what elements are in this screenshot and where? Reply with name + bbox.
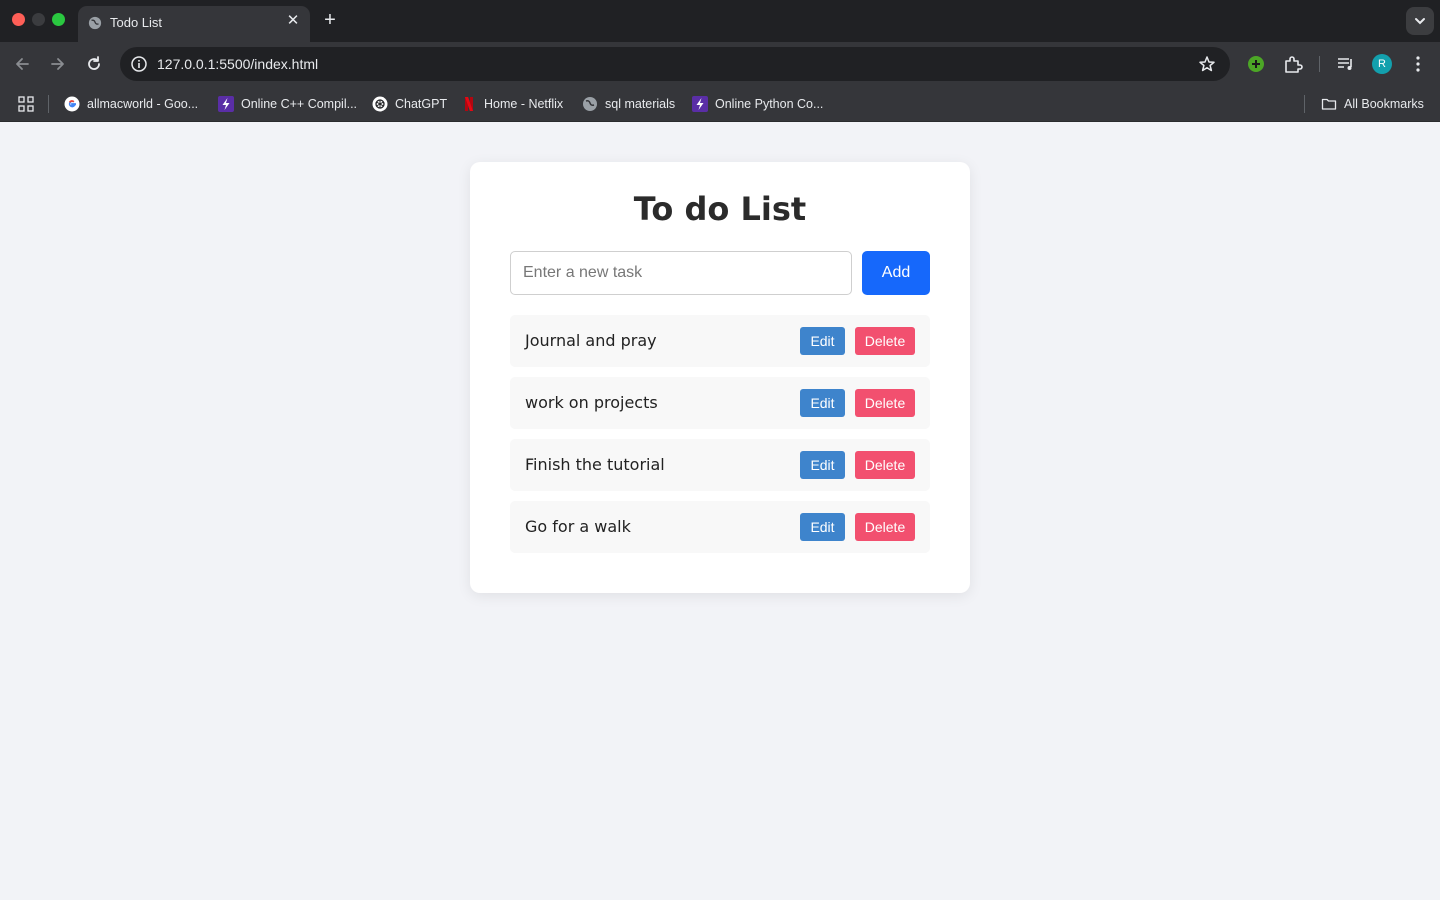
- all-bookmarks-label: All Bookmarks: [1344, 97, 1424, 111]
- delete-task-button[interactable]: Delete: [855, 451, 915, 479]
- tab-search-button[interactable]: [1406, 7, 1434, 35]
- bookmark-item[interactable]: sql materials: [582, 95, 675, 113]
- bookmark-label: Online C++ Compil...: [241, 97, 358, 111]
- minimize-window-button[interactable]: [32, 13, 45, 26]
- browser-tab-strip: Todo List ✕ +: [0, 0, 1440, 42]
- bookmark-label: Home - Netflix: [484, 97, 564, 111]
- bookmarks-bar: allmacworld - Goo... Online C++ Compil..…: [0, 86, 1440, 122]
- bookmark-item[interactable]: ChatGPT: [372, 95, 447, 113]
- bookmark-label: allmacworld - Goo...: [87, 97, 199, 111]
- bookmark-item[interactable]: allmacworld - Goo...: [64, 95, 198, 113]
- delete-task-button[interactable]: Delete: [855, 327, 915, 355]
- bolt-icon: [692, 96, 708, 112]
- bookmark-item[interactable]: Online Python Co...: [692, 95, 823, 113]
- bookmarks-divider: [48, 95, 49, 113]
- task-text: Go for a walk: [525, 517, 631, 536]
- task-text: Finish the tutorial: [525, 455, 665, 474]
- menu-kebab-icon[interactable]: [1407, 53, 1429, 75]
- task-item: work on projects Edit Delete: [510, 377, 930, 429]
- media-queue-icon[interactable]: [1335, 53, 1357, 75]
- globe-icon: [583, 97, 597, 111]
- task-item: Journal and pray Edit Delete: [510, 315, 930, 367]
- bookmark-item[interactable]: Home - Netflix: [461, 95, 563, 113]
- chevron-down-icon: [1415, 18, 1425, 25]
- tab-title: Todo List: [110, 15, 163, 30]
- new-tab-button[interactable]: +: [320, 10, 340, 30]
- edit-task-button[interactable]: Edit: [800, 327, 845, 355]
- all-bookmarks-button[interactable]: All Bookmarks: [1321, 95, 1424, 113]
- bolt-icon: [218, 96, 234, 112]
- profile-avatar[interactable]: R: [1372, 54, 1392, 74]
- bookmark-star-icon[interactable]: [1198, 55, 1216, 73]
- bookmark-label: sql materials: [605, 97, 676, 111]
- task-text: Journal and pray: [525, 331, 657, 350]
- browser-tab-active[interactable]: Todo List ✕: [78, 6, 310, 42]
- chatgpt-icon: [372, 96, 388, 112]
- todo-card: To do List Add Journal and pray Edit Del…: [470, 162, 970, 593]
- task-text: work on projects: [525, 393, 658, 412]
- page-title: To do List: [633, 190, 807, 228]
- delete-task-button[interactable]: Delete: [855, 513, 915, 541]
- edit-task-button[interactable]: Edit: [800, 451, 845, 479]
- extensions-puzzle-icon[interactable]: [1282, 53, 1304, 75]
- task-item: Finish the tutorial Edit Delete: [510, 439, 930, 491]
- bookmark-label: ChatGPT: [395, 97, 448, 111]
- task-list: Journal and pray Edit Delete work on pro…: [510, 315, 930, 563]
- folder-icon: [1321, 98, 1337, 110]
- bookmark-item[interactable]: Online C++ Compil...: [218, 95, 357, 113]
- address-bar[interactable]: 127.0.0.1:5500/index.html: [120, 47, 1230, 81]
- extension-plus-icon[interactable]: [1245, 53, 1267, 75]
- toolbar-divider: [1319, 56, 1320, 72]
- netflix-icon: [465, 97, 473, 111]
- edit-task-button[interactable]: Edit: [800, 513, 845, 541]
- globe-icon: [88, 16, 102, 30]
- add-task-button[interactable]: Add: [862, 251, 930, 295]
- site-info-icon[interactable]: [130, 55, 148, 73]
- reload-icon[interactable]: [80, 50, 108, 78]
- browser-toolbar: 127.0.0.1:5500/index.html R: [0, 42, 1440, 86]
- task-item: Go for a walk Edit Delete: [510, 501, 930, 553]
- forward-arrow-icon[interactable]: [44, 50, 72, 78]
- delete-task-button[interactable]: Delete: [855, 389, 915, 417]
- edit-task-button[interactable]: Edit: [800, 389, 845, 417]
- url-text: 127.0.0.1:5500/index.html: [157, 56, 319, 72]
- close-window-button[interactable]: [12, 13, 25, 26]
- bookmark-label: Online Python Co...: [715, 97, 824, 111]
- apps-grid-icon[interactable]: [18, 96, 34, 112]
- new-task-input[interactable]: [510, 251, 852, 295]
- bookmarks-divider: [1304, 95, 1305, 113]
- back-arrow-icon[interactable]: [8, 50, 36, 78]
- maximize-window-button[interactable]: [52, 13, 65, 26]
- google-icon: [64, 96, 80, 112]
- tab-close-icon[interactable]: ✕: [284, 12, 302, 30]
